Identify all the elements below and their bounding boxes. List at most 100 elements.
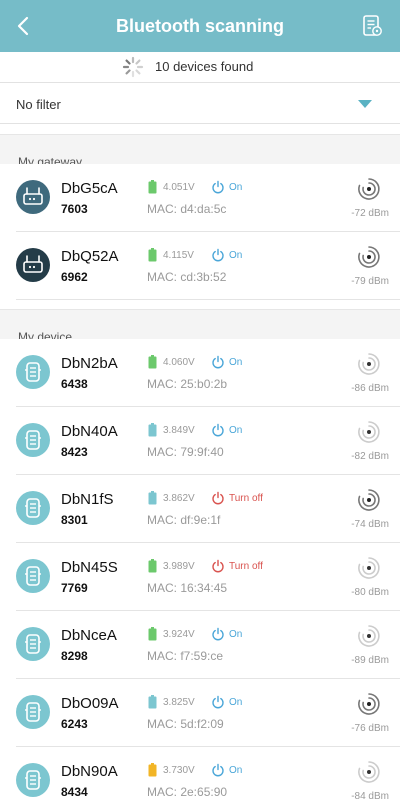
device-id: 6438 <box>61 377 88 391</box>
sensor-device-icon <box>16 627 50 661</box>
scan-status-bar: 10 devices found <box>0 52 400 82</box>
battery-icon <box>148 559 157 573</box>
device-id: 6962 <box>61 270 88 284</box>
gateway-row[interactable]: DbQ52A 6962 4.115V On MAC: cd:3b:52 -79 dBm <box>0 232 400 300</box>
power-state: On <box>229 250 243 261</box>
signal-strength-icon <box>357 556 381 580</box>
power-state: On <box>229 697 243 708</box>
device-name: DbQ52A <box>61 248 119 265</box>
battery-icon <box>148 180 157 194</box>
battery-voltage: 4.051V <box>163 182 195 193</box>
device-row[interactable]: DbN1fS 8301 3.862V Turn off MAC: df:9e:1f -74… <box>0 475 400 543</box>
sensor-device-icon <box>16 423 50 457</box>
rssi-value: -86 dBm <box>351 383 389 394</box>
power-icon <box>211 491 225 505</box>
power-icon <box>211 355 225 369</box>
battery-voltage: 3.849V <box>163 425 195 436</box>
device-id: 6243 <box>61 717 88 731</box>
device-name: DbN45S <box>61 559 118 576</box>
battery-icon <box>148 627 157 641</box>
filter-dropdown[interactable]: No filter <box>0 82 400 124</box>
caret-down-icon <box>358 100 372 108</box>
signal-strength-icon <box>357 352 381 376</box>
power-icon <box>211 763 225 777</box>
gateway-icon <box>16 248 50 282</box>
battery-icon <box>148 763 157 777</box>
device-name: DbN40A <box>61 423 118 440</box>
device-row[interactable]: DbN2bA 6438 4.060V On MAC: 25:b0:2b -86 dBm <box>0 339 400 407</box>
sensor-device-icon <box>16 763 50 797</box>
device-row[interactable]: DbNceA 8298 3.924V On MAC: f7:59:ce -89 dBm <box>0 611 400 679</box>
rssi-value: -84 dBm <box>351 791 389 802</box>
rssi-value: -76 dBm <box>351 723 389 734</box>
mac-address: MAC: df:9e:1f <box>147 513 221 527</box>
device-id: 8423 <box>61 445 88 459</box>
sensor-device-icon <box>16 695 50 729</box>
rssi-value: -80 dBm <box>351 587 389 598</box>
rssi-value: -72 dBm <box>351 208 389 219</box>
device-name: DbN90A <box>61 763 118 780</box>
signal-strength-icon <box>357 420 381 444</box>
gateway-icon <box>16 180 50 214</box>
battery-voltage: 3.862V <box>163 493 195 504</box>
mac-address: MAC: 5d:f2:09 <box>147 717 224 731</box>
device-name: DbNceA <box>61 627 117 644</box>
mac-address: MAC: cd:3b:52 <box>147 270 227 284</box>
sensor-device-icon <box>16 491 50 525</box>
power-state: Turn off <box>229 561 263 572</box>
rssi-value: -79 dBm <box>351 276 389 287</box>
device-name: DbO09A <box>61 695 119 712</box>
power-state: On <box>229 425 243 436</box>
signal-strength-icon <box>357 488 381 512</box>
power-icon <box>211 559 225 573</box>
device-id: 8301 <box>61 513 88 527</box>
loading-spinner-icon <box>122 56 144 78</box>
filter-label: No filter <box>16 97 61 112</box>
power-icon <box>211 627 225 641</box>
power-state: Turn off <box>229 493 263 504</box>
sensor-device-icon <box>16 559 50 593</box>
battery-voltage: 3.989V <box>163 561 195 572</box>
devices-found-count: 10 devices found <box>155 59 254 74</box>
log-document-icon[interactable] <box>360 14 384 38</box>
row-divider <box>16 299 400 300</box>
battery-voltage: 4.060V <box>163 357 195 368</box>
device-id: 7769 <box>61 581 88 595</box>
device-row[interactable]: DbN90A 8434 3.730V On MAC: 2e:65:90 -84 dBm <box>0 747 400 811</box>
battery-icon <box>148 695 157 709</box>
rssi-value: -89 dBm <box>351 655 389 666</box>
page-title: Bluetooth scanning <box>116 16 284 36</box>
device-name: DbG5cA <box>61 180 118 197</box>
battery-icon <box>148 355 157 369</box>
device-row[interactable]: DbN40A 8423 3.849V On MAC: 79:9f:40 -82 dBm <box>0 407 400 475</box>
gateway-row[interactable]: DbG5cA 7603 4.051V On MAC: d4:da:5c -72 dBm <box>0 164 400 232</box>
device-id: 8298 <box>61 649 88 663</box>
device-name: DbN1fS <box>61 491 114 508</box>
signal-strength-icon <box>357 177 381 201</box>
device-row[interactable]: DbN45S 7769 3.989V Turn off MAC: 16:34:45 -80… <box>0 543 400 611</box>
power-icon <box>211 423 225 437</box>
device-id: 7603 <box>61 202 88 216</box>
device-id: 8434 <box>61 785 88 799</box>
battery-voltage: 3.730V <box>163 765 195 776</box>
battery-icon <box>148 491 157 505</box>
mac-address: MAC: 16:34:45 <box>147 581 228 595</box>
mac-address: MAC: f7:59:ce <box>147 649 224 663</box>
battery-voltage: 4.115V <box>163 250 194 261</box>
mac-address: MAC: d4:da:5c <box>147 202 227 216</box>
signal-strength-icon <box>357 624 381 648</box>
power-state: On <box>229 357 243 368</box>
power-icon <box>211 695 225 709</box>
power-state: On <box>229 629 243 640</box>
mac-address: MAC: 2e:65:90 <box>147 785 228 799</box>
signal-strength-icon <box>357 760 381 784</box>
power-icon <box>211 248 225 262</box>
battery-voltage: 3.825V <box>163 697 195 708</box>
power-state: On <box>229 765 243 776</box>
mac-address: MAC: 79:9f:40 <box>147 445 224 459</box>
mac-address: MAC: 25:b0:2b <box>147 377 228 391</box>
signal-strength-icon <box>357 245 381 269</box>
signal-strength-icon <box>357 692 381 716</box>
device-row[interactable]: DbO09A 6243 3.825V On MAC: 5d:f2:09 -76 dBm <box>0 679 400 747</box>
device-name: DbN2bA <box>61 355 118 372</box>
